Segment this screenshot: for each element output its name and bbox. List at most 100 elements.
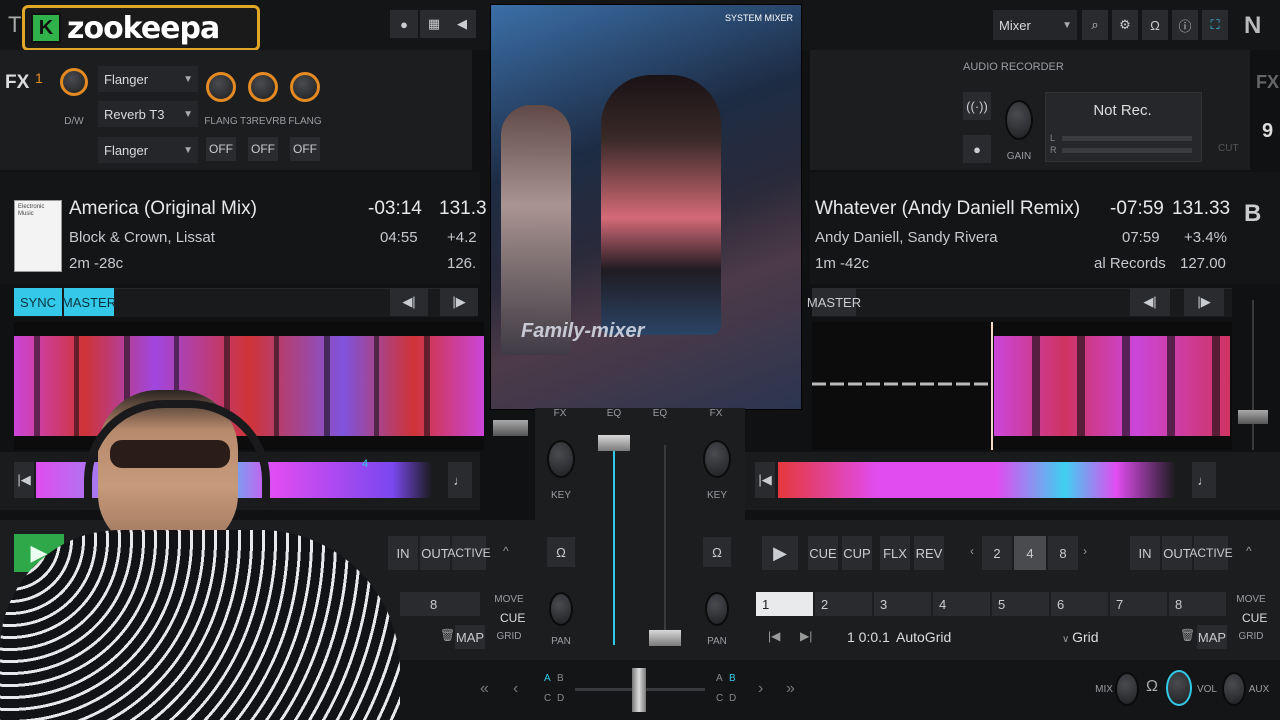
hotcue-1[interactable]: 1 (756, 592, 813, 616)
deck-b-loop-active[interactable]: ACTIVE (1189, 536, 1233, 570)
fx-slot-1[interactable]: Flanger ▼ (98, 66, 198, 92)
aux-knob[interactable] (1222, 672, 1246, 706)
deck-b-pitch-fader[interactable] (1238, 410, 1268, 424)
fx-dw-knob[interactable] (60, 68, 88, 96)
deck-b-cue-button[interactable]: CUE (808, 536, 838, 570)
headphone-cue-b[interactable]: Ω (703, 537, 731, 567)
deck-b-trash-icon[interactable]: 🗑 (1180, 628, 1195, 642)
xf-d-right[interactable]: D (729, 693, 736, 704)
deck-b-nudge-left[interactable]: ◀| (1130, 288, 1170, 316)
broadcast-icon[interactable]: ((·)) (963, 92, 991, 120)
vol-knob[interactable] (1166, 670, 1192, 706)
deck-a-map-button[interactable]: MAP (455, 625, 485, 649)
hotcue-3[interactable]: 3 (874, 592, 931, 616)
key-knob-b[interactable] (703, 440, 731, 478)
crossfader-left[interactable]: ‹ (513, 680, 518, 698)
gear-icon[interactable]: ⚙ (1112, 10, 1138, 40)
deck-a-pitch-fader[interactable] (493, 420, 528, 436)
deck-b-loop-next[interactable]: › (1083, 544, 1087, 558)
master-button[interactable]: MASTER (62, 288, 116, 316)
sync-button[interactable]: SYNC (14, 288, 62, 316)
deck-a-nudge-right[interactable]: |▶ (440, 288, 478, 316)
deck-a-move-label: MOVE (494, 594, 524, 605)
crossfader-right[interactable]: › (758, 680, 763, 698)
mix-knob[interactable] (1115, 672, 1139, 706)
xf-c-right[interactable]: C (716, 693, 723, 704)
mix-label: MIX (1095, 684, 1113, 695)
search-icon[interactable]: ⌕ (1082, 10, 1108, 40)
deck-b-rev-button[interactable]: REV (914, 536, 944, 570)
fx-slot-2[interactable]: Reverb T3 ▼ (98, 101, 198, 127)
deck-b-grid-adjust-right[interactable]: ▶| (800, 629, 812, 643)
xf-d-left[interactable]: D (557, 693, 564, 704)
hotcue-8[interactable]: 8 (1169, 592, 1226, 616)
fx-toggle-1[interactable]: OFF (206, 137, 236, 161)
speaker-icon[interactable]: ◀ (448, 10, 476, 38)
xf-a-right[interactable]: A (716, 673, 723, 684)
xf-a-left[interactable]: A (544, 673, 551, 684)
xf-c-left[interactable]: C (544, 693, 551, 704)
deck-b-loop-prev[interactable]: ‹ (970, 544, 974, 558)
record-icon[interactable]: ● (390, 10, 418, 38)
record-button[interactable]: ● (963, 135, 991, 163)
grid-icon[interactable]: ▦ (420, 10, 448, 38)
fx-toggle-2[interactable]: OFF (248, 137, 278, 161)
xf-b-right[interactable]: B (729, 673, 736, 684)
xf-b-left[interactable]: B (557, 673, 564, 684)
deck-b-loop-8[interactable]: 8 (1048, 536, 1078, 570)
pan-knob-b[interactable] (705, 592, 729, 626)
key-knob-a[interactable] (547, 440, 575, 478)
deck-b-map-button[interactable]: MAP (1197, 625, 1227, 649)
hotcue-2[interactable]: 2 (815, 592, 872, 616)
deck-b-flx-button[interactable]: FLX (880, 536, 910, 570)
deck-b-grid-adjust-left[interactable]: |◀ (768, 629, 780, 643)
deck-b-cup-button[interactable]: CUP (842, 536, 872, 570)
deck-b-loop-2[interactable]: 2 (982, 536, 1012, 570)
crossfader-left-fast[interactable]: « (480, 680, 489, 698)
hotcue-7[interactable]: 7 (1110, 592, 1167, 616)
crossfader-right-fast[interactable]: » (786, 680, 795, 698)
deck-b-loop-in[interactable]: IN (1130, 536, 1160, 570)
mode-select[interactable]: Mixer ▼ (993, 10, 1077, 40)
deck-b-overview[interactable] (778, 462, 1176, 498)
cut-button[interactable]: CUT (1218, 143, 1239, 154)
deck-a-note-icon[interactable]: ♩ (448, 462, 472, 498)
volume-fader-b[interactable] (649, 630, 681, 646)
info-icon[interactable]: ⓘ (1172, 10, 1198, 40)
deck-b-overview-left[interactable]: |◀ (755, 462, 775, 498)
fx-knob-2[interactable] (248, 72, 278, 102)
deck-b-grid-select[interactable]: ∨ Grid (1062, 629, 1099, 645)
deck-a-loop-out[interactable]: OUT (420, 536, 450, 570)
deck-b-nudge-right[interactable]: |▶ (1184, 288, 1224, 316)
webcam-shirt (0, 530, 400, 720)
volume-fader-a[interactable] (598, 435, 630, 451)
hotcue-6[interactable]: 6 (1051, 592, 1108, 616)
deck-a-loop-arrow[interactable]: ^ (503, 544, 509, 558)
crossfader-knob[interactable] (632, 668, 646, 712)
fx-unit[interactable]: 1 (35, 70, 43, 86)
deck-b-loop-arrow[interactable]: ^ (1246, 544, 1252, 558)
hotcue-4[interactable]: 4 (933, 592, 990, 616)
fx-knob-3[interactable] (290, 72, 320, 102)
deck-b-loop-out[interactable]: OUT (1162, 536, 1192, 570)
headphone-icon[interactable]: Ω (1142, 10, 1168, 40)
fx-slot-3[interactable]: Flanger ▼ (98, 137, 198, 163)
fx-toggle-3[interactable]: OFF (290, 137, 320, 161)
pan-knob-a[interactable] (549, 592, 573, 626)
deck-b-loop-4[interactable]: 4 (1014, 536, 1046, 570)
deck-b-waveform[interactable] (812, 322, 1232, 450)
hotcue-5[interactable]: 5 (992, 592, 1049, 616)
deck-a-trash-icon[interactable]: 🗑 (440, 628, 455, 642)
deck-b-play-button[interactable]: ▶ (762, 536, 798, 570)
headphone-cue-a[interactable]: Ω (547, 537, 575, 567)
gain-knob[interactable] (1005, 100, 1033, 140)
deck-b-master-button[interactable]: MASTER (807, 288, 861, 316)
deck-a-loop-active[interactable]: ACTIVE (447, 536, 491, 570)
fullscreen-icon[interactable]: ⛶ (1202, 10, 1228, 40)
deck-b-autogrid[interactable]: AutoGrid (896, 629, 951, 645)
master-headphone-icon[interactable]: Ω (1146, 678, 1158, 696)
fx-knob-1[interactable] (206, 72, 236, 102)
deck-a-nudge-left[interactable]: ◀| (390, 288, 428, 316)
deck-b-note-icon[interactable]: ♩ (1192, 462, 1216, 498)
deck-a-hotcue-8[interactable]: 8 (400, 592, 480, 616)
